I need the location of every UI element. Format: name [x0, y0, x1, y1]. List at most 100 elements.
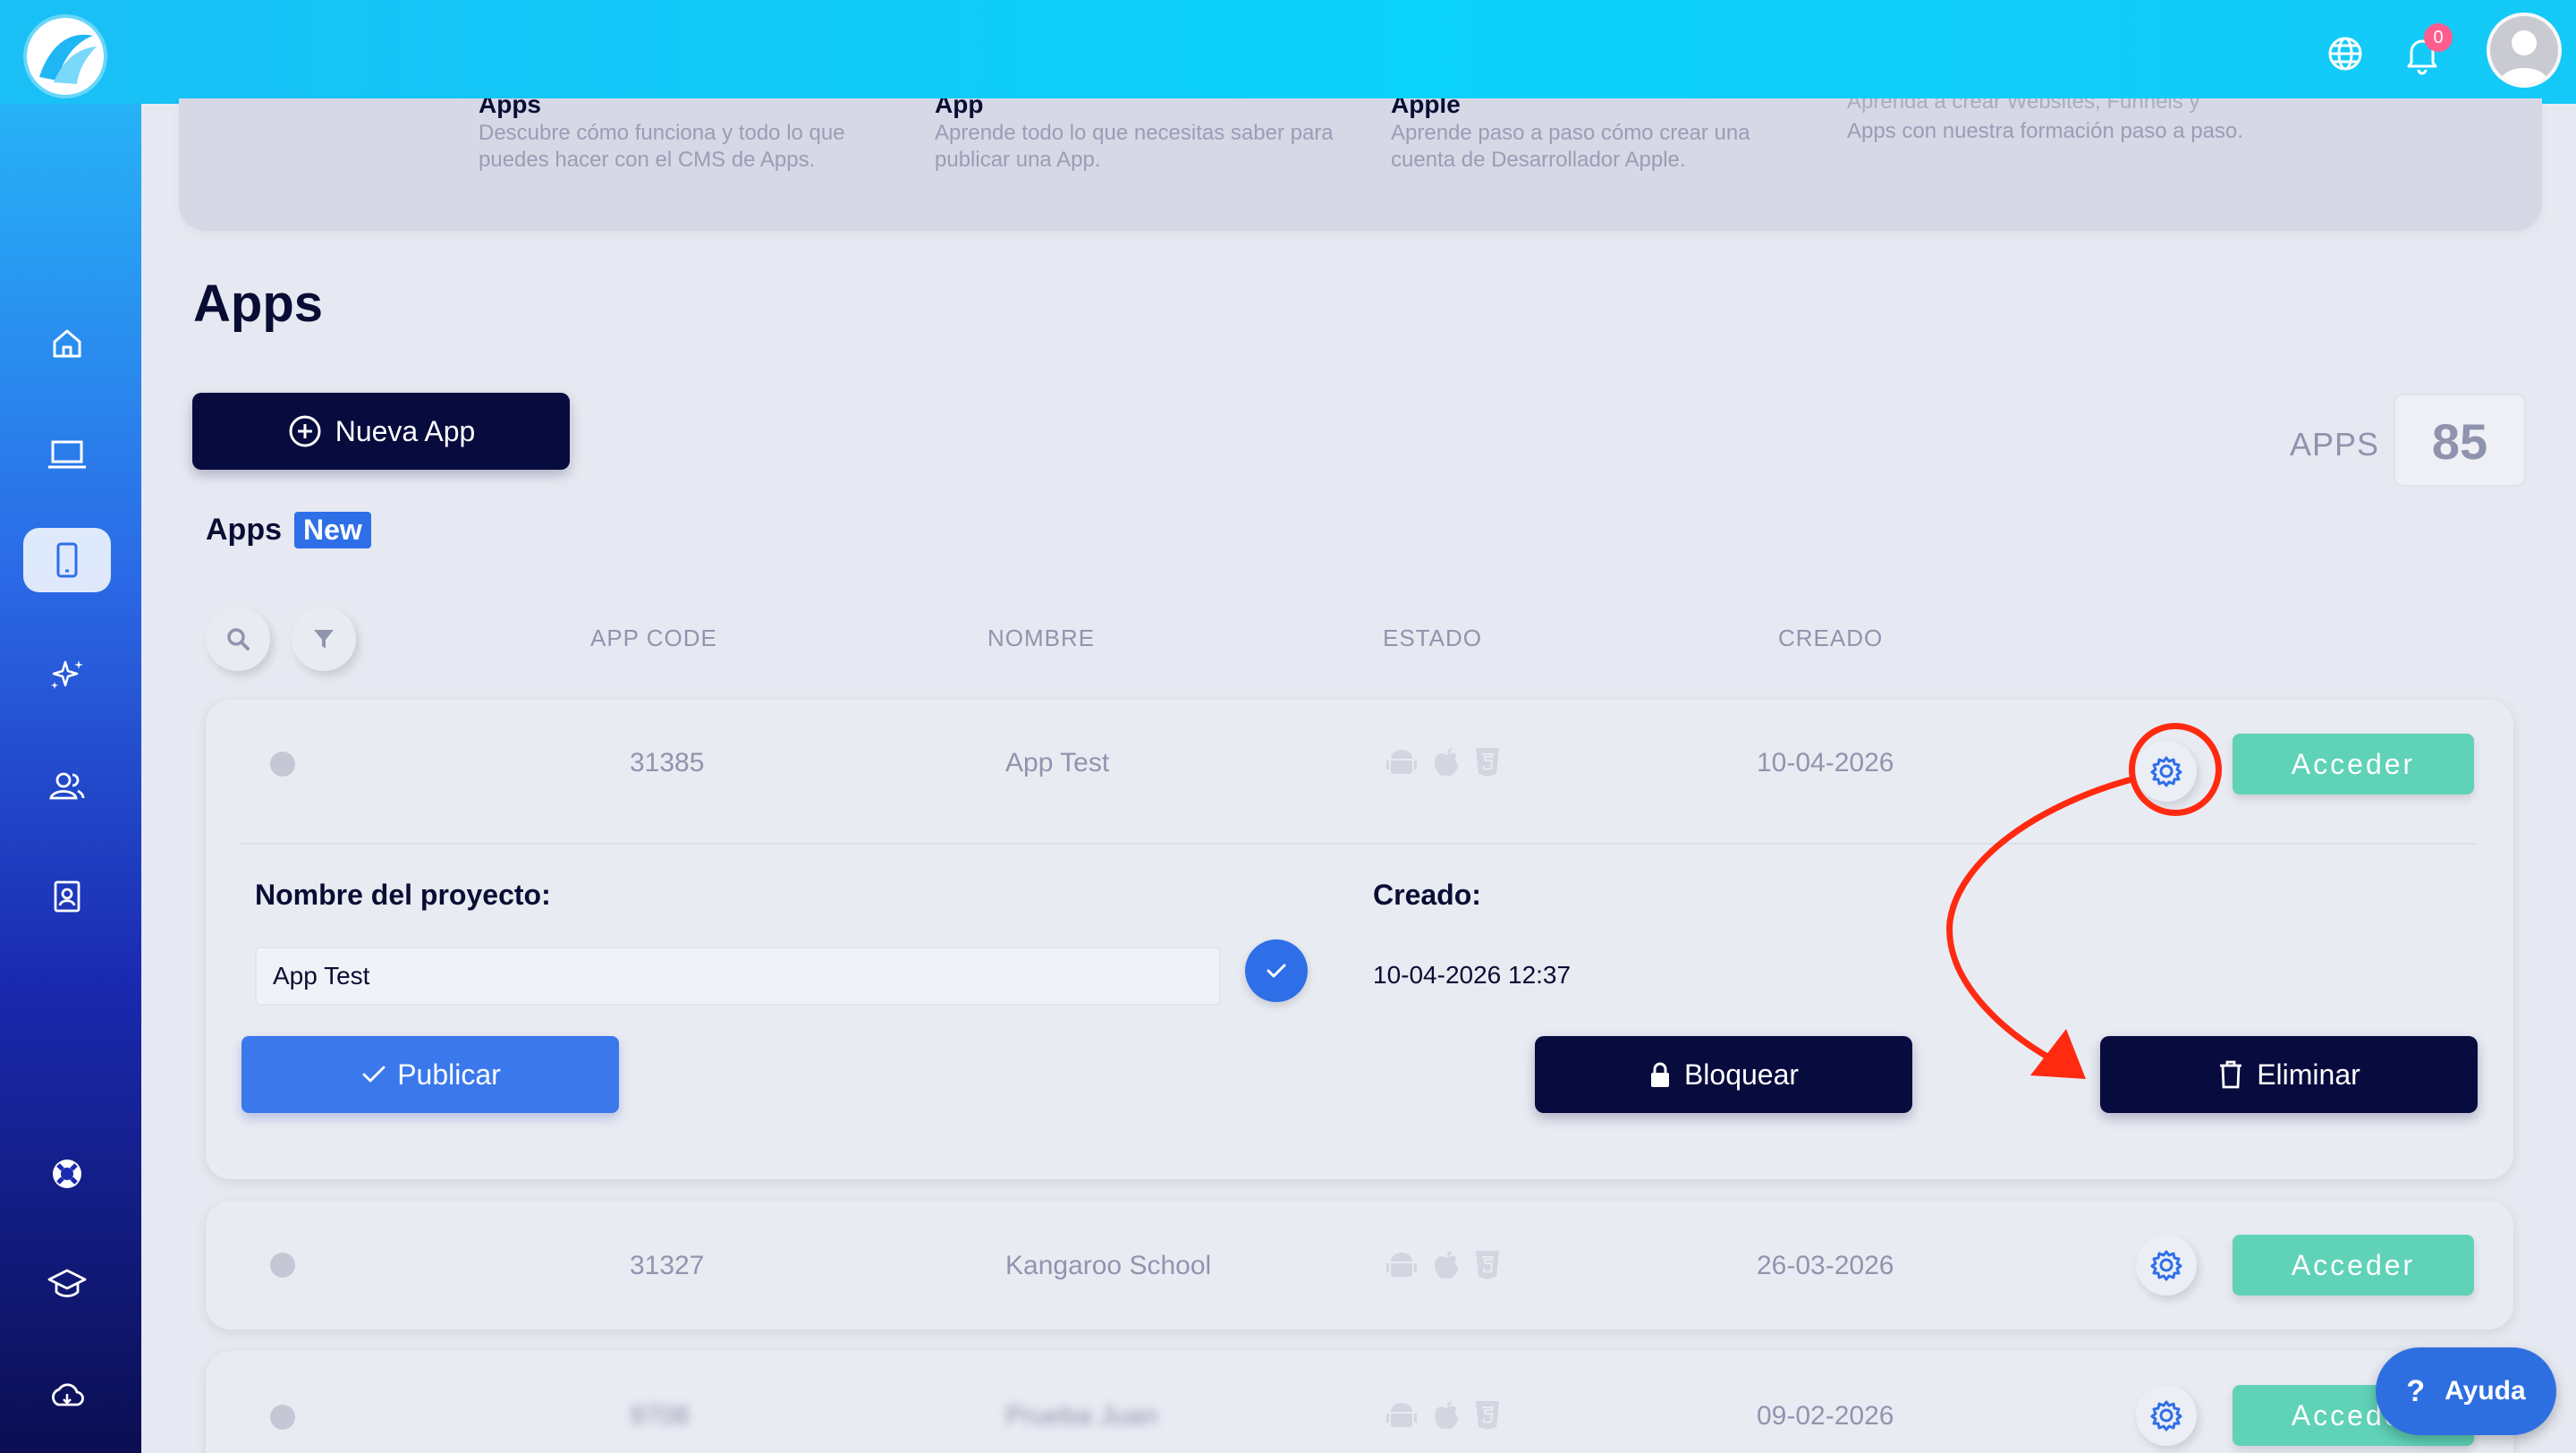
globe-icon[interactable] [2322, 30, 2368, 77]
sidebar-item-support[interactable] [23, 1142, 111, 1206]
settings-button[interactable] [2136, 1385, 2197, 1446]
check-icon [1267, 964, 1286, 978]
created-datetime: 10-04-2026 12:37 [1373, 961, 1572, 989]
column-header-app-code[interactable]: APP CODE [590, 625, 717, 652]
status-dot [270, 1405, 295, 1430]
block-button[interactable]: Bloquear [1535, 1036, 1912, 1113]
top-bar: 0 [0, 0, 2576, 104]
publish-button[interactable]: Publicar [242, 1036, 619, 1113]
filter-icon [314, 630, 334, 649]
sidebar-item-apps[interactable] [23, 528, 111, 592]
lock-icon [1650, 1062, 1669, 1087]
project-name-input[interactable] [255, 947, 1221, 1006]
annotation-arrow-icon [1946, 777, 2132, 1079]
home-icon [53, 329, 81, 358]
sidebar [0, 104, 141, 1453]
app-name: Kangaroo School [1005, 1251, 1212, 1280]
tutorial-title: App [935, 98, 984, 118]
apple-icon [1435, 748, 1458, 777]
apple-icon [1435, 1251, 1458, 1279]
sidebar-item-academy[interactable] [23, 1251, 111, 1315]
tutorial-desc: Apps con nuestra formación paso a paso. [1847, 119, 2243, 143]
sidebar-item-users[interactable] [23, 753, 111, 818]
delete-label: Eliminar [2257, 1058, 2360, 1091]
table-row: 31327 Kangaroo School 26-03-2026 Acceder [206, 1201, 2513, 1330]
access-button[interactable]: Acceder [2233, 734, 2474, 794]
apps-counter-value: 85 [2394, 394, 2526, 487]
settings-button[interactable] [2136, 1235, 2197, 1296]
tutorial-card-app[interactable]: App Aprende todo lo que necesitas saber … [935, 98, 1346, 174]
html5-icon [1476, 748, 1499, 777]
tutorials-panel: Apps Descubre cómo funciona y todo lo qu… [179, 98, 2542, 231]
table-row: 9708 Prueba Juan 09-02-2026 Acceder [206, 1351, 2513, 1453]
tutorial-desc: Aprende todo lo que necesitas saber para… [935, 121, 1334, 172]
section-title-text: Apps [206, 513, 282, 547]
app-code: 31385 [630, 748, 705, 777]
tutorial-card-training[interactable]: Aprenda a crear Websites, Funnels y Apps… [1847, 98, 2258, 145]
sidebar-item-home[interactable] [23, 311, 111, 376]
project-name-label: Nombre del proyecto: [255, 879, 551, 911]
graduation-cap-icon [47, 1269, 87, 1297]
platform-icons [1385, 1399, 1501, 1432]
android-icon [1386, 1253, 1417, 1277]
sidebar-item-websites[interactable] [23, 422, 111, 487]
column-header-creado[interactable]: CREADO [1778, 625, 1883, 652]
laptop-icon [48, 440, 86, 469]
block-label: Bloquear [1683, 1058, 1800, 1091]
tutorial-title: Apps [479, 98, 541, 118]
created-label: Creado: [1373, 879, 1481, 911]
html5-icon [1476, 1401, 1499, 1430]
check-icon [362, 1066, 386, 1083]
created-date: 09-02-2026 [1757, 1401, 1894, 1431]
tutorial-title: Apple [1391, 98, 1461, 118]
apps-counter-label: APPS [2290, 426, 2380, 463]
tutorial-desc: Aprenda a crear Websites, Funnels y [1847, 98, 2200, 114]
column-header-estado[interactable]: ESTADO [1383, 625, 1482, 652]
tutorial-desc: Descubre cómo funciona y todo lo que pue… [479, 121, 845, 172]
gear-icon [2150, 1250, 2182, 1281]
sidebar-item-ai[interactable] [23, 642, 111, 707]
lifebuoy-icon [53, 1160, 81, 1188]
brand-logo[interactable] [27, 18, 104, 95]
platform-icons [1385, 1249, 1501, 1281]
users-icon [49, 772, 85, 800]
user-avatar[interactable] [2487, 13, 2562, 88]
app-name: App Test [1005, 748, 1110, 777]
search-icon [227, 628, 250, 650]
cloud-icon [52, 1383, 84, 1406]
tutorial-card-apple[interactable]: Apple Aprende paso a paso cómo crear una… [1391, 98, 1802, 174]
created-date: 10-04-2026 [1757, 748, 1894, 777]
page-title: Apps [193, 275, 323, 333]
question-icon: ? [2406, 1373, 2426, 1408]
help-button[interactable]: ? Ayuda [2376, 1347, 2556, 1435]
notification-badge: 0 [2424, 23, 2453, 52]
contact-card-icon [54, 880, 80, 913]
search-button[interactable] [206, 607, 270, 671]
trash-icon [2220, 1060, 2242, 1089]
app-name: Prueba Juan [1005, 1401, 1158, 1431]
access-button[interactable]: Acceder [2233, 1235, 2474, 1296]
android-icon [1386, 750, 1417, 774]
app-code: 9708 [630, 1401, 690, 1431]
column-header-nombre[interactable]: NOMBRE [987, 625, 1095, 652]
filter-button[interactable] [292, 607, 356, 671]
section-title: Apps New [206, 512, 371, 548]
new-badge: New [294, 512, 371, 548]
confirm-name-button[interactable] [1245, 939, 1308, 1002]
android-icon [1386, 1403, 1417, 1427]
tutorial-card-apps[interactable]: Apps Descubre cómo funciona y todo lo qu… [479, 98, 890, 174]
user-icon [2490, 16, 2558, 84]
sidebar-item-cloud[interactable] [23, 1362, 111, 1426]
status-dot [270, 1253, 295, 1278]
new-app-button[interactable]: Nueva App [192, 393, 570, 470]
help-label: Ayuda [2445, 1376, 2526, 1406]
html5-icon [1476, 1251, 1499, 1279]
publish-label: Publicar [397, 1058, 501, 1091]
created-date: 26-03-2026 [1757, 1251, 1894, 1280]
sparkles-icon [51, 660, 83, 689]
new-app-label: Nueva App [335, 414, 476, 447]
status-dot [270, 752, 295, 777]
logo-icon [29, 20, 102, 93]
sidebar-item-contacts[interactable] [23, 864, 111, 929]
gear-icon [2150, 1400, 2182, 1432]
